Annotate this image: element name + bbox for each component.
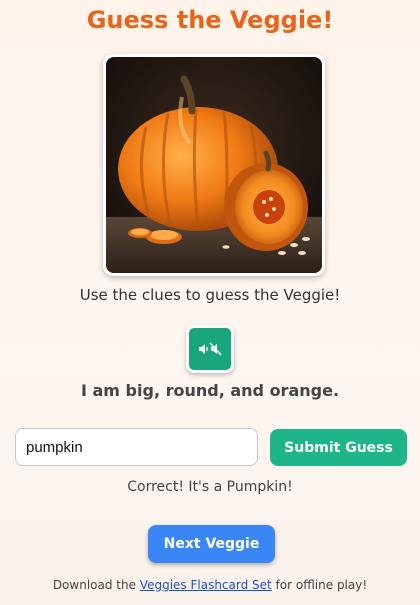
pumpkin-image	[106, 57, 322, 273]
sound-mute-icon	[199, 342, 222, 356]
page-title: Guess the Veggie!	[86, 6, 334, 34]
veggie-image	[103, 54, 325, 276]
next-veggie-button[interactable]: Next Veggie	[148, 525, 275, 563]
instructions-text: Use the clues to guess the Veggie!	[79, 286, 341, 304]
submit-guess-button[interactable]: Submit Guess	[270, 429, 407, 466]
footer-suffix: for offline play!	[271, 578, 368, 592]
feedback-message: Correct! It's a Pumpkin!	[127, 479, 293, 495]
sound-toggle-button[interactable]	[186, 325, 234, 373]
footer-prefix: Download the	[52, 578, 140, 592]
footer-text: Download the Veggies Flashcard Set for o…	[0, 578, 420, 592]
clue-text: I am big, round, and orange.	[80, 381, 340, 400]
flashcard-set-link[interactable]: Veggies Flashcard Set	[140, 578, 272, 592]
guess-input[interactable]	[15, 428, 258, 466]
